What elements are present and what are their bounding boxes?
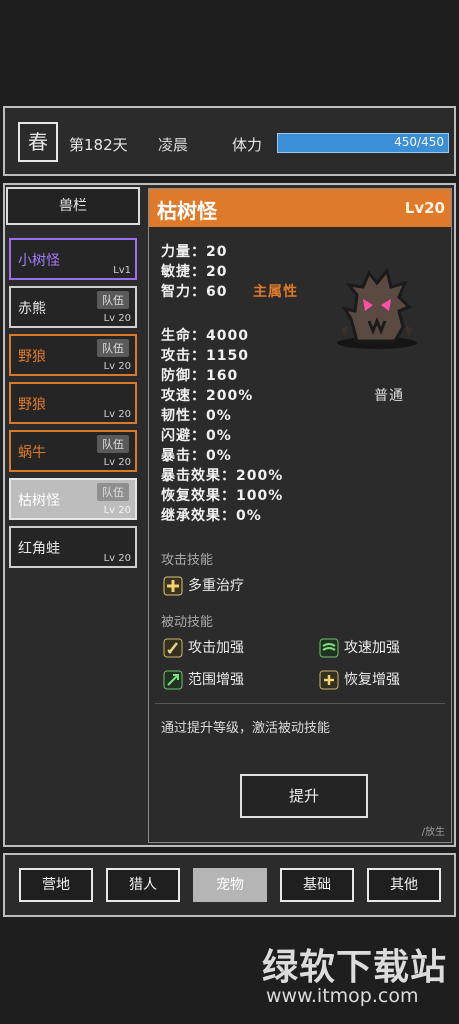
pet-detail-panel: 枯树怪 Lv20 力量：20 敏捷：20 智力：60 主属性 生命：4000 攻… bbox=[148, 188, 452, 843]
stamina-bar: 450/450 bbox=[277, 133, 449, 153]
pet-detail-name: 枯树怪 bbox=[157, 199, 217, 223]
watermark-title: 绿软下载站 bbox=[262, 947, 448, 988]
skill-label: 多重治疗 bbox=[188, 578, 244, 594]
stat-recovery-effect: 恢复效果：100% bbox=[161, 488, 284, 504]
pet-level: Lv 20 bbox=[103, 409, 131, 420]
stat-attack: 攻击：1150 bbox=[161, 348, 249, 364]
passive-skill-title: 被动技能 bbox=[161, 615, 214, 630]
nav-hunter[interactable]: 猎人 bbox=[106, 868, 180, 902]
day-counter: 第182天 bbox=[69, 136, 128, 154]
pet-item-6[interactable]: 红角蛙 Lv 20 bbox=[9, 526, 137, 568]
team-badge: 队伍 bbox=[97, 435, 129, 453]
stat-toughness: 韧性：0% bbox=[161, 408, 232, 424]
pet-name: 小树怪 bbox=[18, 253, 60, 269]
release-link[interactable]: /放生 bbox=[422, 823, 445, 838]
pet-level: Lv 20 bbox=[103, 313, 131, 324]
detail-header: 枯树怪 Lv20 bbox=[149, 189, 451, 227]
pet-detail-level: Lv20 bbox=[404, 199, 445, 217]
upgrade-hint: 通过提升等级，激活被动技能 bbox=[161, 721, 331, 736]
pet-name: 红角蛙 bbox=[18, 541, 60, 557]
range-icon bbox=[163, 670, 183, 690]
pet-name: 枯树怪 bbox=[18, 493, 60, 509]
attr-strength: 力量：20 bbox=[161, 244, 228, 260]
stat-crit-effect: 暴击效果：200% bbox=[161, 468, 284, 484]
status-bar: 春 第182天 凌晨 体力 450/450 bbox=[3, 106, 456, 176]
pet-item-3[interactable]: 野狼 Lv 20 bbox=[9, 382, 137, 424]
nav-camp[interactable]: 营地 bbox=[19, 868, 93, 902]
team-badge: 队伍 bbox=[97, 339, 129, 357]
skill-label: 范围增强 bbox=[188, 672, 244, 688]
nav-other[interactable]: 其他 bbox=[367, 868, 441, 902]
pet-name: 赤熊 bbox=[18, 301, 46, 317]
bottom-nav: 营地 猎人 宠物 基础 其他 bbox=[3, 853, 456, 917]
stat-crit: 暴击：0% bbox=[161, 448, 232, 464]
pet-level: Lv 20 bbox=[103, 553, 131, 564]
stat-defense: 防御：160 bbox=[161, 368, 239, 384]
skill-label: 攻速加强 bbox=[344, 640, 400, 656]
team-badge: 队伍 bbox=[97, 291, 129, 309]
pet-level: Lv 20 bbox=[103, 457, 131, 468]
attack-type: 普通 bbox=[374, 388, 404, 404]
pet-item-5-selected[interactable]: 枯树怪 队伍 Lv 20 bbox=[9, 478, 137, 520]
upgrade-button[interactable]: 提升 bbox=[240, 774, 368, 818]
attr-intelligence: 智力：60 bbox=[161, 284, 228, 300]
stamina-label: 体力 bbox=[232, 136, 263, 154]
pet-portrait bbox=[329, 259, 425, 355]
wind-icon bbox=[319, 638, 339, 658]
pet-name: 野狼 bbox=[18, 349, 46, 365]
nav-pet-active[interactable]: 宠物 bbox=[193, 868, 267, 902]
pet-level: Lv 20 bbox=[103, 361, 131, 372]
stamina-value: 450/450 bbox=[394, 135, 444, 149]
watermark-url: www.itmop.com bbox=[266, 985, 419, 1007]
heal-skill-icon bbox=[163, 576, 183, 596]
pen-title: 兽栏 bbox=[6, 187, 140, 225]
attr-agility: 敏捷：20 bbox=[161, 264, 228, 280]
skill-label: 攻击加强 bbox=[188, 640, 244, 656]
stat-hp: 生命：4000 bbox=[161, 328, 249, 344]
time-of-day: 凌晨 bbox=[158, 136, 189, 154]
passive-skill-recovery-boost[interactable]: 恢复增强 bbox=[319, 669, 400, 690]
recovery-icon bbox=[319, 670, 339, 690]
pet-item-0[interactable]: 小树怪 Lv1 bbox=[9, 238, 137, 280]
pet-item-1[interactable]: 赤熊 队伍 Lv 20 bbox=[9, 286, 137, 328]
stat-dodge: 闪避：0% bbox=[161, 428, 232, 444]
stat-inherit-effect: 继承效果：0% bbox=[161, 508, 262, 524]
passive-skill-attack-boost[interactable]: 攻击加强 bbox=[163, 637, 244, 658]
pet-name: 野狼 bbox=[18, 397, 46, 413]
season-badge: 春 bbox=[18, 122, 58, 162]
main-attr-tag: 主属性 bbox=[253, 284, 298, 300]
sword-icon bbox=[163, 638, 183, 658]
team-badge: 队伍 bbox=[97, 483, 129, 501]
pet-level: Lv 20 bbox=[103, 505, 131, 516]
passive-skill-speed-boost[interactable]: 攻速加强 bbox=[319, 637, 400, 658]
nav-basic[interactable]: 基础 bbox=[280, 868, 354, 902]
divider bbox=[155, 703, 445, 704]
pet-item-4[interactable]: 蜗牛 队伍 Lv 20 bbox=[9, 430, 137, 472]
stat-attack-speed: 攻速：200% bbox=[161, 388, 254, 404]
pet-level: Lv1 bbox=[113, 265, 131, 276]
pet-item-2[interactable]: 野狼 队伍 Lv 20 bbox=[9, 334, 137, 376]
passive-skill-range-boost[interactable]: 范围增强 bbox=[163, 669, 244, 690]
attack-skill-title: 攻击技能 bbox=[161, 553, 214, 568]
skill-label: 恢复增强 bbox=[344, 672, 400, 688]
pet-name: 蜗牛 bbox=[18, 445, 46, 461]
main-panel: 兽栏 小树怪 Lv1 赤熊 队伍 Lv 20 野狼 队伍 Lv 20 野狼 Lv… bbox=[3, 183, 456, 847]
attack-skill-multi-heal[interactable]: 多重治疗 bbox=[163, 575, 244, 596]
